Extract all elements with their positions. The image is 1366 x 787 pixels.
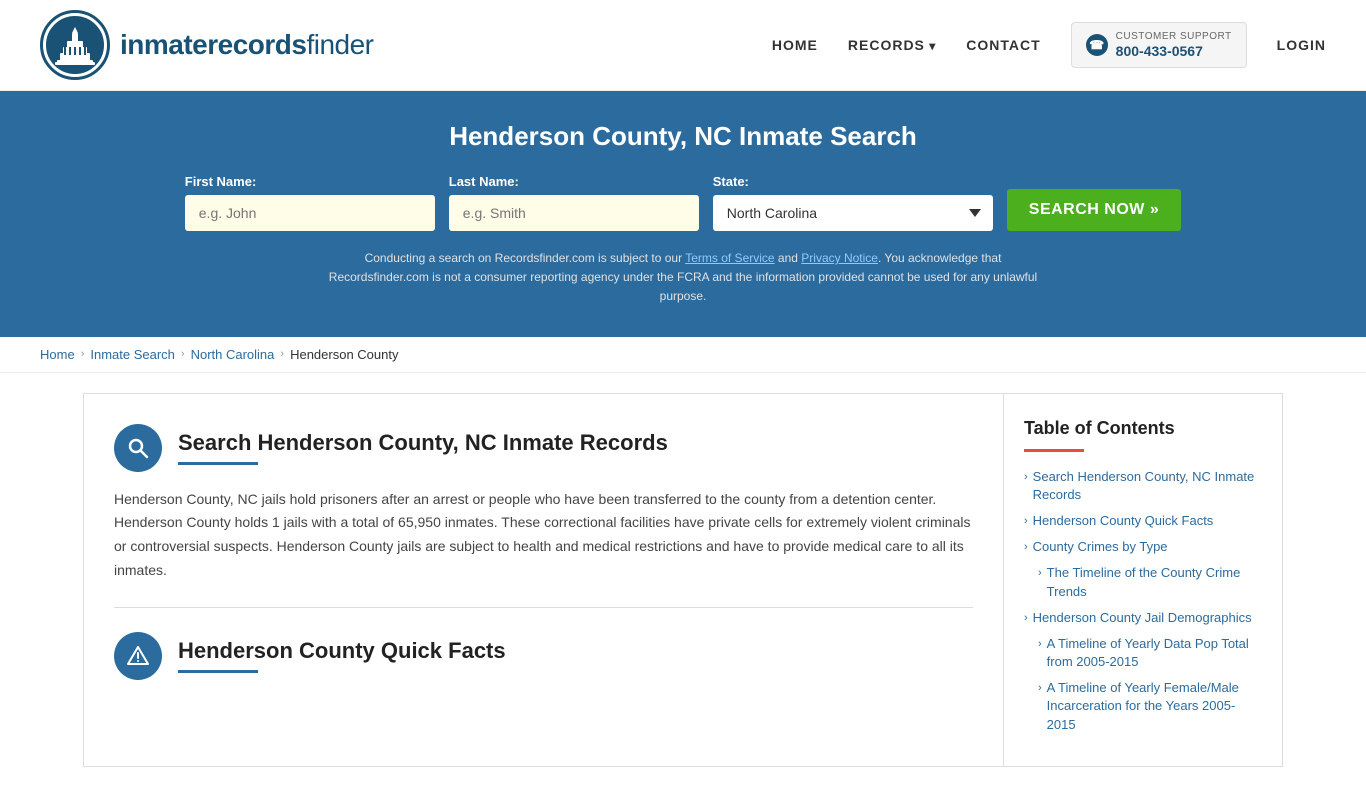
section2-underline bbox=[178, 670, 258, 673]
toc-arrow-icon: › bbox=[1038, 637, 1042, 652]
toc-item: › A Timeline of Yearly Female/Male Incar… bbox=[1024, 679, 1262, 734]
toc-link-3[interactable]: › The Timeline of the County Crime Trend… bbox=[1024, 564, 1262, 600]
toc-sidebar: Table of Contents › Search Henderson Cou… bbox=[1003, 393, 1283, 767]
site-header: inmaterecordsfinder HOME RECORDS CONTACT… bbox=[0, 0, 1366, 91]
nav-home[interactable]: HOME bbox=[772, 37, 818, 53]
support-label: CUSTOMER SUPPORT bbox=[1116, 31, 1232, 43]
support-number: 800-433-0567 bbox=[1116, 43, 1232, 60]
toc-arrow-icon: › bbox=[1024, 540, 1028, 555]
logo-icon bbox=[40, 10, 110, 80]
section2-title: Henderson County Quick Facts bbox=[178, 638, 506, 664]
main-content: Search Henderson County, NC Inmate Recor… bbox=[43, 373, 1323, 787]
warning-section-icon bbox=[114, 632, 162, 680]
logo-text: inmaterecordsfinder bbox=[120, 29, 374, 61]
hero-section: Henderson County, NC Inmate Search First… bbox=[0, 91, 1366, 337]
toc-arrow-icon: › bbox=[1038, 566, 1042, 581]
toc-item: › A Timeline of Yearly Data Pop Total fr… bbox=[1024, 635, 1262, 671]
toc-link-5[interactable]: › A Timeline of Yearly Data Pop Total fr… bbox=[1024, 635, 1262, 671]
toc-arrow-icon: › bbox=[1038, 681, 1042, 696]
first-name-input[interactable] bbox=[185, 195, 435, 231]
toc-link-2[interactable]: › County Crimes by Type bbox=[1024, 538, 1262, 556]
nav-login[interactable]: LOGIN bbox=[1277, 37, 1326, 53]
phone-icon: ☎ bbox=[1086, 34, 1108, 56]
toc-link-4[interactable]: › Henderson County Jail Demographics bbox=[1024, 609, 1262, 627]
toc-item: › County Crimes by Type bbox=[1024, 538, 1262, 556]
toc-arrow-icon: › bbox=[1024, 470, 1028, 485]
breadcrumb-home[interactable]: Home bbox=[40, 347, 75, 362]
tos-link[interactable]: Terms of Service bbox=[685, 251, 774, 265]
breadcrumb-county: Henderson County bbox=[290, 347, 398, 362]
breadcrumb-state[interactable]: North Carolina bbox=[191, 347, 275, 362]
toc-link-6[interactable]: › A Timeline of Yearly Female/Male Incar… bbox=[1024, 679, 1262, 734]
privacy-link[interactable]: Privacy Notice bbox=[801, 251, 878, 265]
toc-divider bbox=[1024, 449, 1084, 452]
toc-item: › Henderson County Jail Demographics bbox=[1024, 609, 1262, 627]
section1-underline bbox=[178, 462, 258, 465]
toc-link-0[interactable]: › Search Henderson County, NC Inmate Rec… bbox=[1024, 468, 1262, 504]
state-label: State: bbox=[713, 174, 993, 189]
breadcrumb-sep2: › bbox=[181, 348, 185, 360]
section1-body: Henderson County, NC jails hold prisoner… bbox=[114, 488, 973, 583]
toc-link-1[interactable]: › Henderson County Quick Facts bbox=[1024, 512, 1262, 530]
last-name-label: Last Name: bbox=[449, 174, 699, 189]
toc-list: › Search Henderson County, NC Inmate Rec… bbox=[1024, 468, 1262, 734]
toc-title: Table of Contents bbox=[1024, 418, 1262, 439]
nav-contact[interactable]: CONTACT bbox=[966, 37, 1040, 53]
last-name-group: Last Name: bbox=[449, 174, 699, 231]
breadcrumb-inmate-search[interactable]: Inmate Search bbox=[90, 347, 175, 362]
toc-arrow-icon: › bbox=[1024, 611, 1028, 626]
search-button[interactable]: SEARCH NOW » bbox=[1007, 189, 1181, 231]
main-nav: HOME RECORDS CONTACT ☎ CUSTOMER SUPPORT … bbox=[772, 22, 1326, 69]
section1-header: Search Henderson County, NC Inmate Recor… bbox=[114, 424, 973, 472]
first-name-label: First Name: bbox=[185, 174, 435, 189]
section2-header: Henderson County Quick Facts bbox=[114, 632, 973, 680]
search-section-icon bbox=[114, 424, 162, 472]
first-name-group: First Name: bbox=[185, 174, 435, 231]
search-form: First Name: Last Name: State: North Caro… bbox=[40, 174, 1326, 231]
breadcrumb-sep1: › bbox=[81, 348, 85, 360]
state-group: State: North Carolina Alabama Alaska Ari… bbox=[713, 174, 993, 231]
page-title: Henderson County, NC Inmate Search bbox=[40, 121, 1326, 152]
toc-item: › Search Henderson County, NC Inmate Rec… bbox=[1024, 468, 1262, 504]
support-button[interactable]: ☎ CUSTOMER SUPPORT 800-433-0567 bbox=[1071, 22, 1247, 69]
section1-title: Search Henderson County, NC Inmate Recor… bbox=[178, 430, 668, 456]
breadcrumb-sep3: › bbox=[280, 348, 284, 360]
last-name-input[interactable] bbox=[449, 195, 699, 231]
breadcrumb: Home › Inmate Search › North Carolina › … bbox=[0, 337, 1366, 373]
toc-item: › Henderson County Quick Facts bbox=[1024, 512, 1262, 530]
nav-records[interactable]: RECORDS bbox=[848, 37, 936, 53]
state-select[interactable]: North Carolina Alabama Alaska Arizona Ar… bbox=[713, 195, 993, 231]
toc-arrow-icon: › bbox=[1024, 514, 1028, 529]
logo-area: inmaterecordsfinder bbox=[40, 10, 374, 80]
toc-item: › The Timeline of the County Crime Trend… bbox=[1024, 564, 1262, 600]
section-divider bbox=[114, 607, 973, 608]
content-left: Search Henderson County, NC Inmate Recor… bbox=[83, 393, 1003, 767]
disclaimer-text: Conducting a search on Recordsfinder.com… bbox=[323, 249, 1043, 307]
